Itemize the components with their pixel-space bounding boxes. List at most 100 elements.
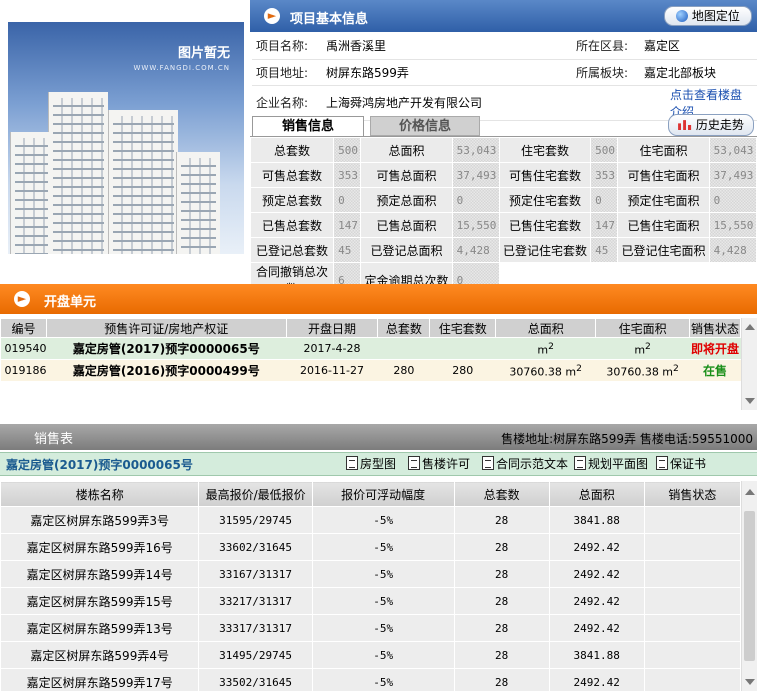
- sales-grid-value: 53,043: [708, 137, 757, 163]
- table-row[interactable]: 嘉定区树屏东路599弄14号 33167/31317 -5% 28 2492.42: [0, 560, 742, 588]
- sales-address: 售楼地址:树屏东路599弄: [501, 432, 637, 446]
- tab-price-info[interactable]: 价格信息: [370, 116, 480, 136]
- doc-link-label: 合同示范文本: [496, 457, 569, 471]
- scroll-down-icon[interactable]: [745, 398, 755, 404]
- building-column-header: 最高报价/最低报价: [198, 481, 313, 507]
- sales-grid-value: 15,550: [451, 212, 500, 238]
- table-row[interactable]: 嘉定区树屏东路599弄3号 31595/29745 -5% 28 3841.88: [0, 506, 742, 534]
- sales-grid-label: 住宅面积: [617, 137, 710, 163]
- table-row[interactable]: 嘉定区树屏东路599弄15号 33217/31317 -5% 28 2492.42: [0, 587, 742, 615]
- scroll-up-icon[interactable]: [745, 489, 755, 495]
- units-cell-permit[interactable]: 嘉定房管(2017)预字0000065号: [46, 337, 287, 360]
- units-cell-status: 在售: [689, 359, 741, 382]
- sales-grid-value: 0: [708, 187, 757, 213]
- table-row[interactable]: 嘉定区树屏东路599弄17号 33502/31645 -5% 28 2492.42: [0, 668, 742, 691]
- scroll-thumb[interactable]: [744, 511, 755, 661]
- scroll-up-icon[interactable]: [745, 324, 755, 330]
- building-name-link[interactable]: 嘉定区树屏东路599弄17号: [0, 668, 200, 691]
- building-name-link[interactable]: 嘉定区树屏东路599弄4号: [0, 641, 200, 669]
- building-table-scrollbar[interactable]: [741, 481, 757, 691]
- tab-sales-info[interactable]: 销售信息: [252, 116, 364, 136]
- units-cell-text: 30760.38 m: [509, 365, 577, 379]
- sales-grid-label: 总面积: [360, 137, 453, 163]
- building-name-link[interactable]: 嘉定区树屏东路599弄15号: [0, 587, 200, 615]
- doc-link-label: 保证书: [670, 457, 707, 471]
- info-label: 项目地址:: [252, 59, 322, 86]
- sales-grid-label: 可售住宅面积: [617, 162, 710, 188]
- building-cell: 28: [453, 587, 550, 615]
- info-row: 项目地址: 树屏东路599弄 所属板块: 嘉定北部板块: [252, 59, 757, 86]
- guarantee-link[interactable]: 保证书: [656, 456, 706, 473]
- building-cell: 28: [453, 614, 550, 642]
- sales-table-header: 销售表 售楼地址:树屏东路599弄 售楼电话:59551000: [0, 424, 757, 450]
- building-cell: 28: [453, 641, 550, 669]
- sales-grid-value: 37,493: [708, 162, 757, 188]
- sales-grid-value: 4,428: [451, 237, 500, 263]
- building-cell: 28: [453, 560, 550, 588]
- bar-chart-icon: [678, 120, 692, 130]
- units-cell-status: 即将开盘: [689, 337, 741, 360]
- document-icon: [574, 456, 586, 470]
- sales-grid-label: 已登记总套数: [249, 237, 335, 263]
- sales-grid-value: 53,043: [451, 137, 500, 163]
- building-cell: 33167/31317: [198, 560, 313, 588]
- building-cell: 33502/31645: [198, 668, 313, 691]
- building-name-link[interactable]: 嘉定区树屏东路599弄3号: [0, 506, 200, 534]
- sales-grid-label: 已登记住宅面积: [617, 237, 710, 263]
- sales-grid-row: 已售总套数 147 已售总面积 15,550 已售住宅套数 147 已售住宅面积 15,550: [249, 212, 757, 238]
- units-cell-date: 2016-11-27: [286, 359, 378, 382]
- sector-value: 嘉定北部板块: [640, 59, 757, 86]
- info-row: 项目名称: 禹洲香溪里 所在区县: 嘉定区: [252, 33, 757, 60]
- building-cell: [643, 560, 742, 588]
- sales-table-title: 销售表: [34, 432, 74, 447]
- sales-grid-value: 15,550: [708, 212, 757, 238]
- units-column-header: 预售许可证/房地产权证: [46, 318, 287, 338]
- units-cell-total: 280: [377, 359, 430, 382]
- sales-permit-link[interactable]: 售楼许可: [408, 456, 470, 473]
- doc-link-label: 规划平面图: [588, 457, 649, 471]
- table-row[interactable]: 019540 嘉定房管(2017)预字0000065号 2017-4-28 m2 m2 即…: [0, 337, 741, 360]
- map-locate-button[interactable]: 地图定位: [664, 6, 752, 26]
- units-column-header: 住宅面积: [595, 318, 691, 338]
- site-plan-link[interactable]: 规划平面图: [574, 456, 648, 473]
- table-row[interactable]: 嘉定区树屏东路599弄16号 33602/31645 -5% 28 2492.42: [0, 533, 742, 561]
- building-cell: 2492.42: [548, 587, 645, 615]
- units-cell-text: 30760.38 m: [606, 365, 674, 379]
- units-column-header: 总面积: [495, 318, 597, 338]
- sales-info-grid: 总套数 500 总面积 53,043 住宅套数 500 住宅面积 53,043 可售总套数 353…: [249, 137, 757, 298]
- info-label: 所在区县:: [572, 33, 640, 60]
- table-row[interactable]: 嘉定区树屏东路599弄13号 33317/31317 -5% 28 2492.42: [0, 614, 742, 642]
- scroll-down-icon[interactable]: [745, 679, 755, 685]
- district-value: 嘉定区: [640, 33, 757, 60]
- building-name-link[interactable]: 嘉定区树屏东路599弄13号: [0, 614, 200, 642]
- arrow-circle-icon: ►: [264, 8, 280, 24]
- table-row[interactable]: 019186 嘉定房管(2016)预字0000499号 2016-11-27 280 2…: [0, 359, 741, 382]
- sales-grid-value: 500: [333, 137, 362, 163]
- company-name-value: 上海舜鸿房地产开发有限公司: [322, 85, 572, 121]
- contract-template-link[interactable]: 合同示范文本: [482, 456, 568, 473]
- sales-grid-label: 已售住宅面积: [617, 212, 710, 238]
- building-cell: 2492.42: [548, 533, 645, 561]
- building-column-header: 销售状态: [643, 481, 742, 507]
- table-row[interactable]: 嘉定区树屏东路599弄4号 31495/29745 -5% 28 3841.88: [0, 641, 742, 669]
- sales-grid-value: 37,493: [451, 162, 500, 188]
- units-cell-permit[interactable]: 嘉定房管(2016)预字0000499号: [46, 359, 287, 382]
- floor-plan-link[interactable]: 房型图: [346, 456, 396, 473]
- sales-grid-row: 已登记总套数 45 已登记总面积 4,428 已登记住宅套数 45 已登记住宅面积 4,428: [249, 237, 757, 263]
- document-icon: [656, 456, 668, 470]
- building-name-link[interactable]: 嘉定区树屏东路599弄14号: [0, 560, 200, 588]
- units-cell-total: [377, 337, 430, 360]
- sales-grid-value: 353: [333, 162, 362, 188]
- history-trend-button[interactable]: 历史走势: [668, 114, 754, 136]
- open-units-scrollbar[interactable]: [741, 318, 757, 410]
- units-cell-text: 嘉定房管(2017)预字0000065号: [72, 342, 260, 356]
- open-units-table: 编号 预售许可证/房地产权证 开盘日期 总套数 住宅套数 总面积 住宅面积 销售状态 0195…: [0, 318, 741, 382]
- sales-grid-value: 4,428: [708, 237, 757, 263]
- area-unit-superscript: 2: [576, 362, 582, 374]
- building-name-link[interactable]: 嘉定区树屏东路599弄16号: [0, 533, 200, 561]
- sales-grid-label: 总套数: [249, 137, 335, 163]
- sales-grid-label: 预定总面积: [360, 187, 453, 213]
- units-cell-res_area: m2: [595, 337, 690, 360]
- sales-grid-label: 已售住宅套数: [498, 212, 592, 238]
- building-cell: 2492.42: [548, 668, 645, 691]
